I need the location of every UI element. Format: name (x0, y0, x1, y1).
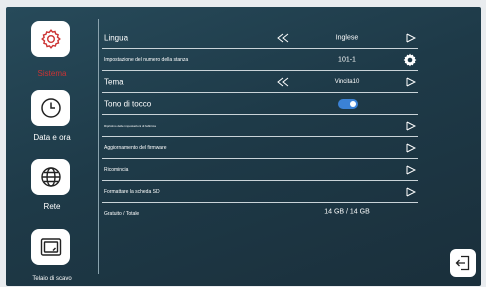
room-number-settings-button[interactable] (403, 53, 417, 67)
factory-reset-label: Ripristino delle impostazioni di fabbric… (104, 124, 156, 128)
language-label: Lingua (104, 33, 129, 43)
language-value: Inglese (335, 34, 359, 42)
sidebar-item-label: Data e ora (33, 133, 71, 142)
chevron-left-icon[interactable] (277, 33, 289, 43)
chevron-right-icon[interactable] (406, 143, 416, 153)
room-number-value: 101-1 (338, 56, 356, 64)
storage-value: 14 GB / 14 GB (324, 208, 370, 216)
touch-tone-row: Tono di tocco (102, 93, 418, 115)
format-sd-row[interactable]: Formattare la scheda SD (102, 181, 418, 203)
sidebar-divider (98, 19, 99, 274)
gear-icon (31, 21, 70, 57)
theme-label: Tema (104, 77, 124, 87)
sidebar-item-system[interactable]: Sistema (6, 15, 98, 79)
sidebar-item-date-time[interactable]: Data e ora (6, 87, 98, 151)
room-number-row: Impostazione del numero della stanza 101… (102, 49, 418, 71)
chevron-right-icon[interactable] (406, 165, 416, 175)
restart-label: Ricomincia (104, 167, 129, 173)
clock-icon (31, 90, 70, 126)
frame-icon (31, 229, 70, 265)
settings-screen: Sistema Data e ora Rete Telaio di scavo … (6, 7, 481, 286)
firmware-update-label: Aggiornamento del firmware (104, 145, 167, 151)
exit-button[interactable] (450, 249, 476, 277)
exit-icon (455, 255, 470, 271)
touch-tone-label: Tono di tocco (104, 99, 152, 109)
gear-icon (403, 53, 417, 67)
factory-reset-row[interactable]: Ripristino delle impostazioni di fabbric… (102, 115, 418, 137)
chevron-right-icon[interactable] (406, 33, 416, 43)
firmware-update-row[interactable]: Aggiornamento del firmware (102, 137, 418, 159)
language-row: Lingua Inglese (102, 27, 418, 49)
chevron-left-icon[interactable] (277, 77, 289, 87)
storage-row: Gratuito / Totale 14 GB / 14 GB (102, 202, 418, 226)
toggle-knob (350, 101, 356, 107)
sidebar-item-frame[interactable]: Telaio di scavo (6, 221, 98, 285)
touch-tone-toggle[interactable] (338, 99, 358, 109)
globe-icon (31, 159, 70, 195)
restart-row[interactable]: Ricomincia (102, 159, 418, 181)
format-sd-label: Formattare la scheda SD (104, 189, 160, 195)
sidebar: Sistema Data e ora Rete Telaio di scavo (6, 7, 98, 286)
sidebar-item-label: Rete (43, 202, 61, 211)
sidebar-item-network[interactable]: Rete (6, 159, 98, 223)
chevron-right-icon[interactable] (406, 121, 416, 131)
theme-value: Vincita10 (334, 79, 360, 85)
sidebar-item-label: Sistema (37, 69, 67, 78)
sidebar-item-label: Telaio di scavo (32, 276, 72, 282)
theme-row: Tema Vincita10 (102, 71, 418, 93)
room-number-label: Impostazione del numero della stanza (104, 57, 189, 63)
storage-label: Gratuito / Totale (104, 211, 140, 217)
chevron-right-icon[interactable] (406, 77, 416, 87)
chevron-right-icon[interactable] (406, 187, 416, 197)
